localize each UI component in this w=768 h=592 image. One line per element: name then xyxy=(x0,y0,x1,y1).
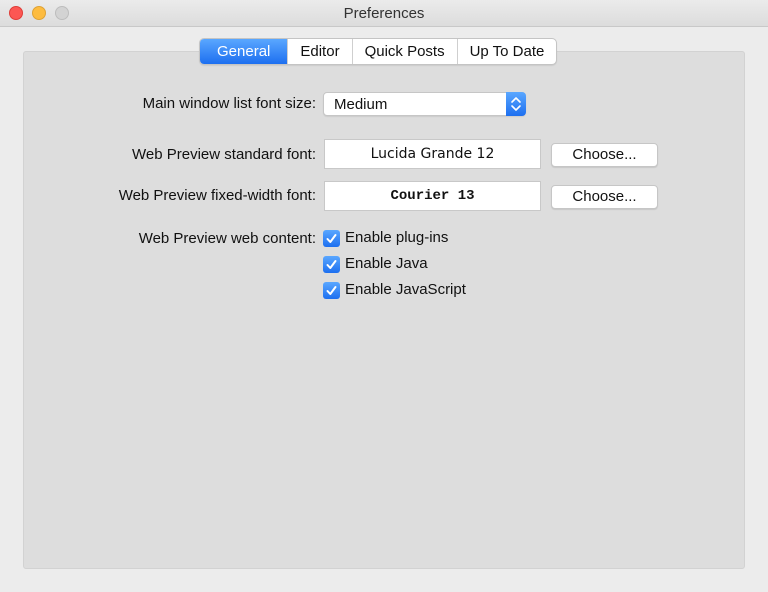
checkmark-icon xyxy=(326,286,337,295)
enable-javascript-label: Enable JavaScript xyxy=(345,281,466,298)
choose-fixed-font-button[interactable]: Choose... xyxy=(551,185,658,209)
fixed-font-label: Web Preview fixed-width font: xyxy=(118,187,316,204)
list-font-size-value: Medium xyxy=(334,96,388,113)
list-font-size-label: Main window list font size: xyxy=(142,95,316,112)
list-font-size-popup[interactable]: Medium xyxy=(323,92,526,116)
web-content-label: Web Preview web content: xyxy=(138,230,316,247)
tab-general[interactable]: General xyxy=(200,39,288,64)
enable-plugins-label: Enable plug-ins xyxy=(345,229,449,246)
enable-plugins-checkbox[interactable] xyxy=(323,230,340,247)
preferences-tab-bar: General Editor Quick Posts Up To Date xyxy=(199,38,558,65)
tab-up-to-date[interactable]: Up To Date xyxy=(456,39,557,64)
standard-font-label: Web Preview standard font: xyxy=(132,146,316,163)
checkmark-icon xyxy=(326,260,337,269)
title-bar: Preferences xyxy=(0,0,768,27)
fixed-font-field: Courier 13 xyxy=(324,181,541,211)
chevron-up-down-icon xyxy=(506,92,526,116)
enable-javascript-checkbox[interactable] xyxy=(323,282,340,299)
checkmark-icon xyxy=(326,234,337,243)
choose-standard-font-button[interactable]: Choose... xyxy=(551,143,658,167)
standard-font-field: Lucida Grande 12 xyxy=(324,139,541,169)
enable-java-label: Enable Java xyxy=(345,255,428,272)
tab-quick-posts[interactable]: Quick Posts xyxy=(351,39,457,64)
enable-java-checkbox[interactable] xyxy=(323,256,340,273)
general-settings-panel xyxy=(23,51,745,569)
tab-editor[interactable]: Editor xyxy=(287,39,351,64)
window-title: Preferences xyxy=(343,5,425,22)
